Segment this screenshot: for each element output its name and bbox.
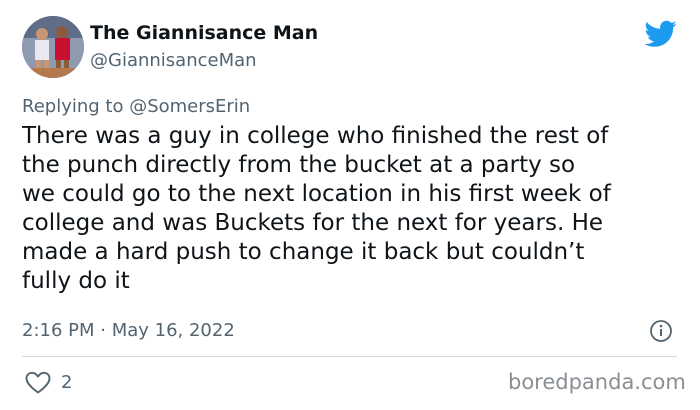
tweet-card: The Giannisance Man @GiannisanceMan Repl… — [0, 0, 700, 410]
tweet-body: There was a guy in college who finished … — [22, 122, 682, 296]
info-icon[interactable] — [649, 319, 673, 343]
like-count: 2 — [61, 372, 73, 393]
tweet-body-line: the punch directly from the bucket at a … — [22, 152, 576, 178]
author-handle[interactable]: @GiannisanceMan — [90, 50, 257, 71]
replying-to-label[interactable]: Replying to @SomersErin — [22, 96, 250, 117]
source-watermark: boredpanda.com — [508, 370, 686, 394]
tweet-body-line: fully do it — [22, 268, 130, 294]
tweet-body-line: There was a guy in college who finished … — [22, 123, 609, 149]
tweet-body-line: made a hard push to change it back but c… — [22, 239, 585, 265]
tweet-body-line: we could go to the next location in his … — [22, 181, 611, 207]
divider — [22, 356, 677, 357]
tweet-timestamp[interactable]: 2:16 PM · May 16, 2022 — [22, 320, 235, 341]
author-display-name[interactable]: The Giannisance Man — [90, 22, 318, 44]
tweet-body-line: college and was Buckets for the next for… — [22, 210, 604, 236]
avatar-image — [22, 16, 84, 78]
heart-icon[interactable] — [25, 371, 51, 395]
author-avatar[interactable] — [22, 16, 84, 78]
twitter-bird-icon[interactable] — [644, 20, 677, 48]
